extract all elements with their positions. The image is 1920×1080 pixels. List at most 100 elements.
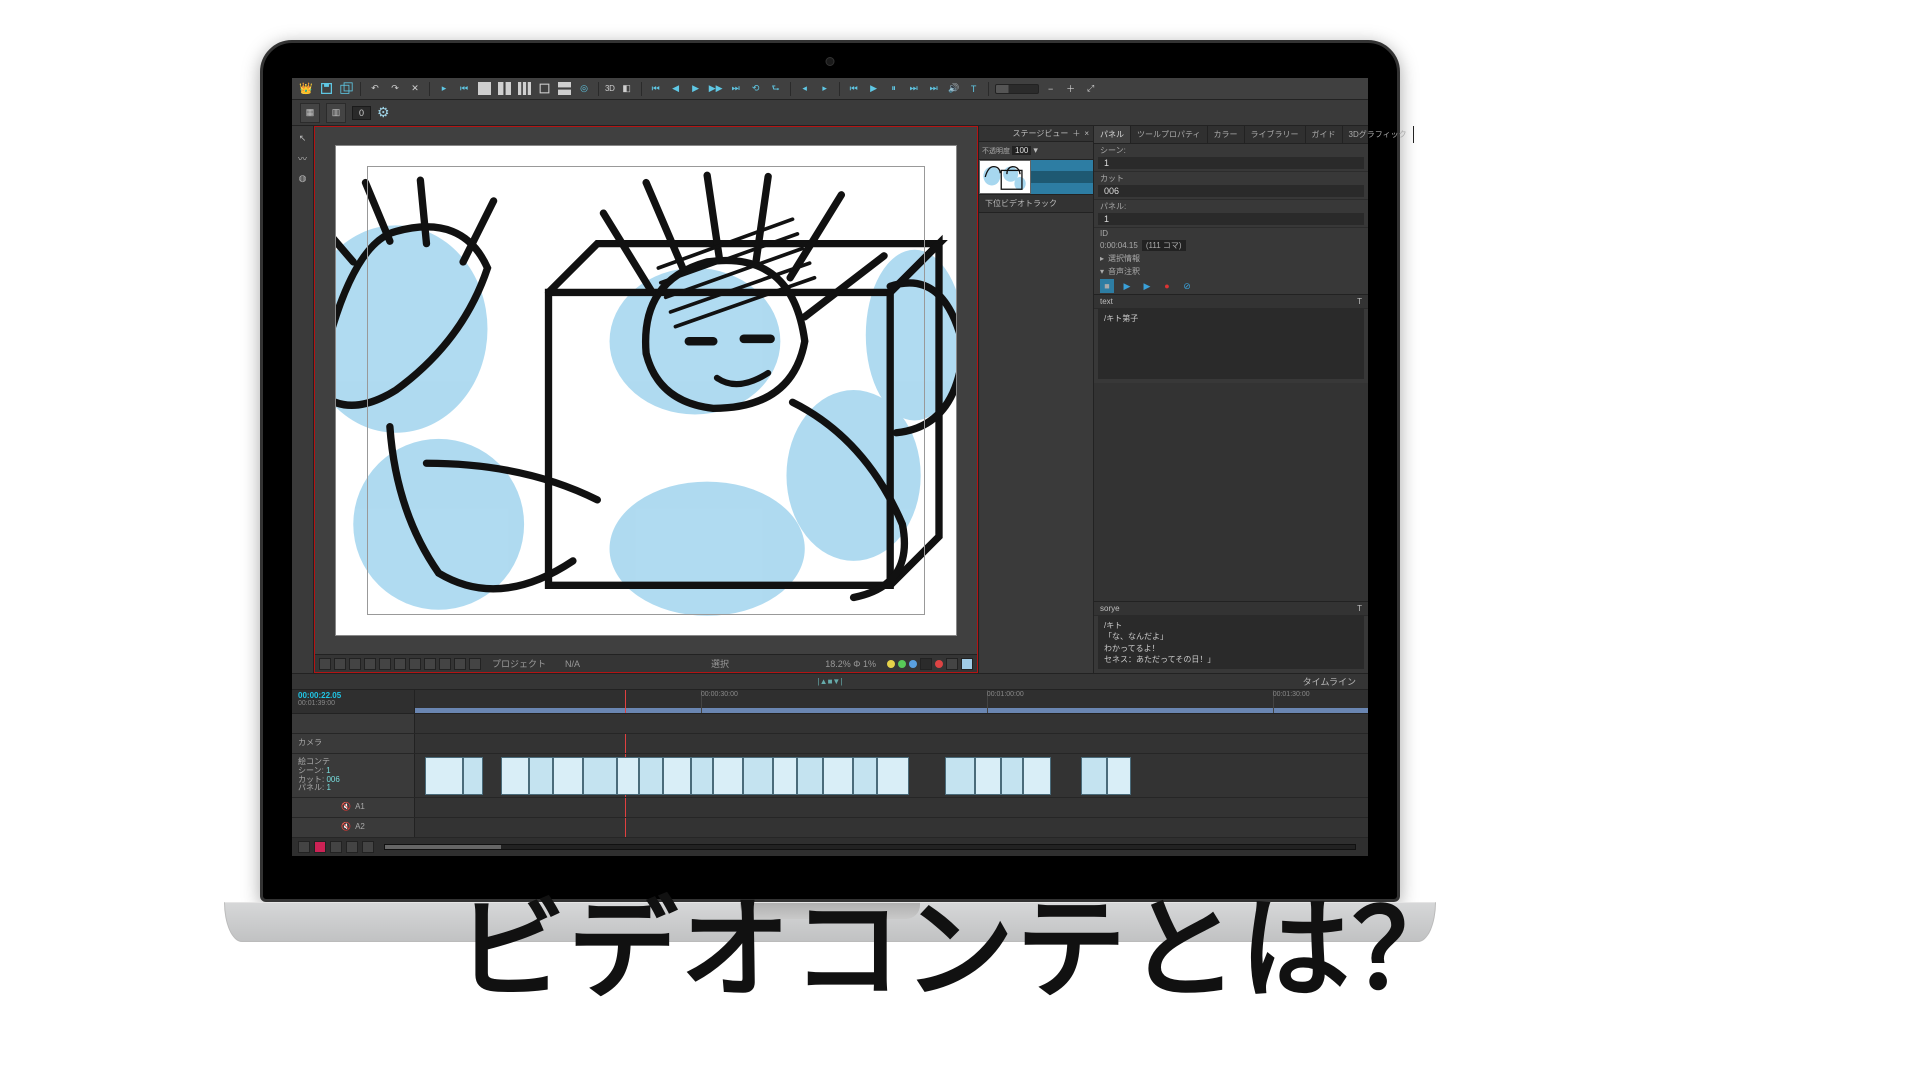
sound-icon[interactable]: 🔊 — [946, 81, 962, 97]
audio-rec-icon[interactable]: ● — [1160, 279, 1174, 293]
view-split-icon[interactable] — [496, 81, 512, 97]
footer-endbtn[interactable] — [961, 658, 973, 670]
timeline-scrollbar[interactable] — [384, 844, 1356, 850]
clip[interactable] — [425, 757, 463, 795]
t-icon[interactable]: T — [966, 81, 982, 97]
clip[interactable] — [975, 757, 1001, 795]
clip[interactable] — [877, 757, 909, 795]
tool-brush-icon[interactable]: 〰 — [295, 150, 311, 166]
toolbar-slider[interactable] — [995, 84, 1039, 94]
stage-view-add-icon[interactable]: ＋ — [1072, 128, 1080, 139]
stage-view[interactable] — [315, 127, 977, 654]
audio-del-icon[interactable]: ⊘ — [1180, 279, 1194, 293]
disclosure-icon[interactable]: ▾ — [1100, 267, 1104, 276]
clip[interactable] — [1023, 757, 1051, 795]
tab-guide[interactable]: ガイド — [1306, 126, 1343, 143]
cube-icon[interactable]: ◧ — [619, 81, 635, 97]
notes-edit-icon[interactable]: T — [1357, 297, 1362, 306]
audio-port-icon[interactable]: ■ — [1100, 279, 1114, 293]
clip[interactable] — [639, 757, 663, 795]
clip[interactable] — [797, 757, 823, 795]
clip[interactable] — [743, 757, 773, 795]
audio-track-2[interactable] — [415, 818, 1368, 837]
redo-icon[interactable]: ↷ — [387, 81, 403, 97]
step-next-icon[interactable]: ▸ — [817, 81, 833, 97]
frame-index-box[interactable]: 0 — [352, 106, 371, 120]
audio-play2-icon[interactable]: ▶ — [1140, 279, 1154, 293]
footer-dot-yellow-icon[interactable] — [887, 660, 895, 668]
camera-icon[interactable]: ◎ — [576, 81, 592, 97]
footer-dot-blue-icon[interactable] — [909, 660, 917, 668]
footer-btn[interactable] — [319, 658, 331, 670]
tl-foot-btn[interactable] — [298, 841, 310, 853]
skip-prev-icon[interactable]: ⏮ — [456, 81, 472, 97]
clip[interactable] — [1081, 757, 1107, 795]
cut-value[interactable]: 006 — [1098, 185, 1364, 197]
clip[interactable] — [529, 757, 553, 795]
footer-btn[interactable] — [424, 658, 436, 670]
tab-3dgraphic[interactable]: 3Dグラフィック — [1343, 126, 1414, 143]
view-single-icon[interactable] — [536, 81, 552, 97]
scene-value[interactable]: 1 — [1098, 157, 1364, 169]
panel-value[interactable]: 1 — [1098, 213, 1364, 225]
plus-icon[interactable]: ＋ — [1063, 81, 1079, 97]
step-prev-icon[interactable]: ◂ — [797, 81, 813, 97]
footer-btn[interactable] — [409, 658, 421, 670]
clip[interactable] — [713, 757, 743, 795]
fxpause-icon[interactable]: ⏸ — [886, 81, 902, 97]
timeline-center-icons[interactable]: |▲■▼| — [818, 677, 843, 686]
clip[interactable] — [553, 757, 583, 795]
clip[interactable] — [663, 757, 691, 795]
tl-foot-btn[interactable] — [362, 841, 374, 853]
footer-btn[interactable] — [364, 658, 376, 670]
footer-endbtn[interactable] — [920, 658, 932, 670]
camera-track[interactable] — [415, 734, 1368, 753]
cut-icon[interactable]: ✕ — [407, 81, 423, 97]
panel-thumbnail[interactable] — [979, 160, 1031, 194]
opacity-collapse-icon[interactable]: ▾ — [1033, 145, 1038, 156]
save-icon[interactable] — [318, 81, 334, 97]
lower-video-track-body[interactable] — [979, 213, 1093, 673]
clip[interactable] — [691, 757, 713, 795]
footer-btn[interactable] — [349, 658, 361, 670]
dialog-edit-icon[interactable]: T — [1357, 604, 1362, 613]
clip[interactable] — [773, 757, 797, 795]
clip[interactable] — [463, 757, 483, 795]
clip[interactable] — [945, 757, 975, 795]
mute-icon[interactable]: 🔇 — [341, 823, 351, 832]
footer-btn[interactable] — [394, 658, 406, 670]
footer-endbtn[interactable] — [946, 658, 958, 670]
timeline-playhead[interactable] — [625, 690, 626, 713]
thumb-preview-row[interactable] — [979, 160, 1093, 195]
view-cols-icon[interactable] — [516, 81, 532, 97]
clip[interactable] — [1107, 757, 1131, 795]
export-icon[interactable]: ⮑ — [768, 81, 784, 97]
saveall-icon[interactable] — [338, 81, 354, 97]
loop-icon[interactable]: ⟲ — [748, 81, 764, 97]
tl-foot-btn[interactable] — [346, 841, 358, 853]
clip[interactable] — [617, 757, 639, 795]
opacity-value[interactable]: 100 — [1012, 146, 1031, 155]
undo-icon[interactable]: ↶ — [367, 81, 383, 97]
footer-btn[interactable] — [469, 658, 481, 670]
clip[interactable] — [1001, 757, 1023, 795]
footer-btn[interactable] — [439, 658, 451, 670]
3d-label[interactable]: 3D — [605, 84, 615, 93]
transport-play-icon[interactable]: ▶ — [688, 81, 704, 97]
audio-track-1[interactable] — [415, 798, 1368, 817]
transport-prev-icon[interactable]: ◀ — [668, 81, 684, 97]
transport-start-icon[interactable]: ⏮ — [648, 81, 664, 97]
fxend-icon[interactable]: ⏭ — [926, 81, 942, 97]
tab-library[interactable]: ライブラリー — [1245, 126, 1306, 143]
storyboard-track[interactable] — [415, 754, 1368, 797]
subtool-b-icon[interactable]: ▥ — [326, 103, 346, 123]
play-icon[interactable]: ▸ — [436, 81, 452, 97]
disclosure-icon[interactable]: ▸ — [1100, 254, 1104, 263]
stage-view-close-icon[interactable]: × — [1084, 129, 1089, 138]
view-stack-icon[interactable] — [556, 81, 572, 97]
notes-box[interactable]: /キト第子 — [1098, 309, 1364, 379]
footer-dot-green-icon[interactable] — [898, 660, 906, 668]
mute-icon[interactable]: 🔇 — [341, 803, 351, 812]
tl-foot-rec-icon[interactable] — [314, 841, 326, 853]
clip[interactable] — [501, 757, 529, 795]
